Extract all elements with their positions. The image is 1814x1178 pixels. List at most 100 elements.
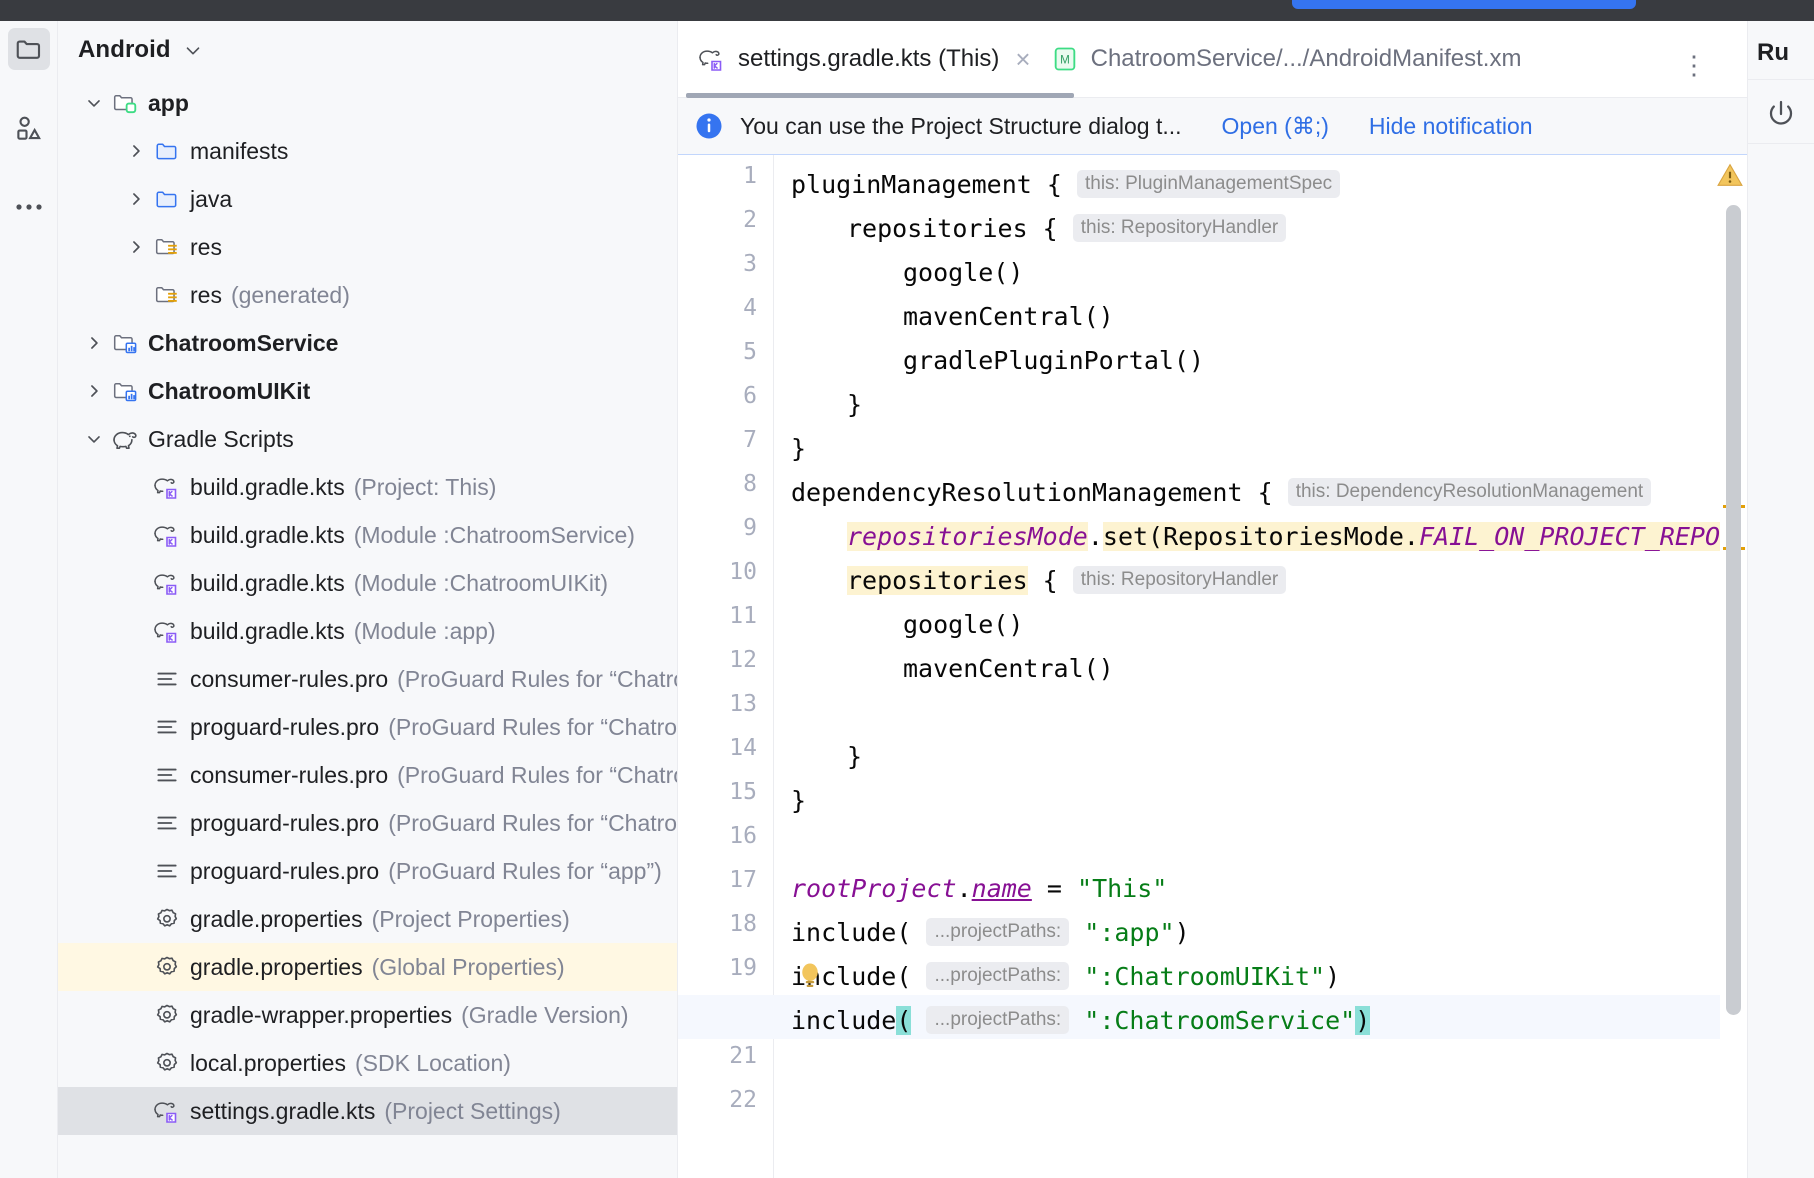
active-tab-underline (686, 92, 1074, 98)
tree-node-build-gradle-kts[interactable]: build.gradle.kts (Module :app) (58, 607, 677, 655)
more-vertical-icon[interactable]: ⋮ (1680, 51, 1710, 81)
code-token: FAIL_ON_PROJECT_REPOS (1418, 522, 1736, 551)
code-token: google() (903, 258, 1024, 287)
tree-node-app[interactable]: app (58, 79, 677, 127)
chevron-down-icon[interactable] (80, 93, 108, 113)
code-line[interactable] (775, 1043, 791, 1087)
tree-node-chatroomservice[interactable]: ChatroomService (58, 319, 677, 367)
code-line[interactable]: dependencyResolutionManagement { this: D… (775, 471, 1652, 515)
inlay-hint: this: DependencyResolutionManagement (1287, 478, 1652, 506)
chevron-down-icon[interactable] (80, 429, 108, 449)
code-line[interactable]: repositories { this: RepositoryHandler (775, 559, 1287, 603)
xml-manifest-icon: M (1051, 45, 1079, 73)
project-folder-icon[interactable] (8, 28, 50, 70)
properties-icon (150, 1002, 184, 1028)
code-line[interactable]: repositoriesMode.set(RepositoriesMode.FA… (775, 515, 1736, 559)
code-line[interactable]: } (775, 779, 806, 823)
code-token: ":ChatroomUIKit" (1084, 962, 1326, 991)
tree-node-build-gradle-kts[interactable]: build.gradle.kts (Module :ChatroomService… (58, 511, 677, 559)
tree-node-label: consumer-rules.pro (190, 665, 389, 692)
tree-node-gradle-wrapper-properties[interactable]: gradle-wrapper.properties (Gradle Version… (58, 991, 677, 1039)
inlay-hint: ...projectPaths: (926, 1006, 1070, 1034)
code-line[interactable]: mavenCentral() (775, 295, 1114, 339)
run-configuration-pill[interactable] (1292, 0, 1636, 9)
code-line[interactable]: } (775, 735, 862, 779)
resource-shapes-icon[interactable] (8, 107, 50, 149)
tree-node-gradle-properties[interactable]: gradle.properties (Global Properties) (58, 943, 677, 991)
code-line[interactable]: google() (775, 251, 1023, 295)
editor-vertical-scrollbar[interactable] (1717, 155, 1747, 1178)
tree-node-res[interactable]: res (58, 223, 677, 271)
res-folder-icon (150, 282, 184, 308)
tree-node-sublabel: (ProGuard Rules for “ChatroomUIKit”) (397, 761, 677, 788)
project-view-header[interactable]: Android (58, 21, 677, 79)
chevron-down-icon[interactable] (182, 39, 204, 61)
tree-node-label: gradle.properties (190, 905, 363, 932)
notification-action-open[interactable]: Open (⌘;) (1222, 113, 1329, 140)
chevron-right-icon[interactable] (80, 381, 108, 401)
right-rail-label[interactable]: Ru (1757, 39, 1789, 67)
warning-triangle-icon[interactable] (1717, 163, 1743, 192)
gradle-kts-icon (150, 522, 184, 548)
tree-node-gradle-scripts[interactable]: Gradle Scripts (58, 415, 677, 463)
code-line[interactable] (775, 691, 791, 735)
tree-node-proguard-rules-pro[interactable]: proguard-rules.pro (ProGuard Rules for “a… (58, 847, 677, 895)
power-icon[interactable] (1758, 91, 1804, 137)
chevron-right-icon[interactable] (122, 189, 150, 209)
code-token: name (971, 874, 1032, 903)
tree-node-build-gradle-kts[interactable]: build.gradle.kts (Project: This) (58, 463, 677, 511)
code-line[interactable]: rootProject.name = "This" (775, 867, 1167, 911)
tree-node-java[interactable]: java (58, 175, 677, 223)
code-line[interactable]: google() (775, 603, 1023, 647)
code-line[interactable]: gradlePluginPortal() (775, 339, 1204, 383)
tree-node-consumer-rules-pro[interactable]: consumer-rules.pro (ProGuard Rules for “C… (58, 655, 677, 703)
code-token: { (1027, 566, 1073, 595)
code-line[interactable]: include( ...projectPaths: ":ChatroomUIKi… (775, 955, 1340, 999)
code-line[interactable] (775, 823, 791, 867)
tree-node-consumer-rules-pro[interactable]: consumer-rules.pro (ProGuard Rules for “C… (58, 751, 677, 799)
line-number: 16 (729, 823, 757, 849)
editor-tab-active[interactable]: settings.gradle.kts (This) × (678, 21, 1074, 98)
editor-notification-bar: You can use the Project Structure dialog… (678, 98, 1747, 155)
code-line[interactable]: pluginManagement { this: PluginManagemen… (775, 163, 1341, 207)
gradle-kts-icon (698, 46, 726, 72)
tree-node-sublabel: (generated) (230, 281, 350, 308)
scrollbar-thumb[interactable] (1726, 205, 1741, 1015)
code-line[interactable]: } (775, 427, 806, 471)
editor-tab-inactive[interactable]: M ChatroomService/.../AndroidManifest.xm (1031, 21, 1521, 98)
code-line[interactable]: include( ...projectPaths: ":ChatroomServ… (775, 999, 1371, 1043)
notification-action-hide[interactable]: Hide notification (1369, 113, 1533, 140)
tree-node-chatroomuikit[interactable]: ChatroomUIKit (58, 367, 677, 415)
code-content[interactable]: pluginManagement { this: PluginManagemen… (678, 155, 1747, 1178)
code-line[interactable]: include( ...projectPaths: ":app") (775, 911, 1190, 955)
code-line[interactable]: } (775, 383, 862, 427)
proguard-icon (150, 714, 184, 740)
code-token: dependencyResolutionManagement { (791, 478, 1288, 507)
tree-node-local-properties[interactable]: local.properties (SDK Location) (58, 1039, 677, 1087)
close-icon[interactable]: × (1015, 46, 1030, 72)
chevron-right-icon[interactable] (122, 237, 150, 257)
code-token: gradlePluginPortal() (903, 346, 1205, 375)
inlay-hint: ...projectPaths: (926, 918, 1070, 946)
code-line[interactable]: mavenCentral() (775, 647, 1114, 691)
code-line[interactable] (775, 1087, 791, 1131)
code-editor[interactable]: 12345678910111213141516171819202122 plug… (678, 155, 1747, 1178)
chevron-right-icon[interactable] (122, 141, 150, 161)
tree-node-gradle-properties[interactable]: gradle.properties (Project Properties) (58, 895, 677, 943)
more-tool-windows-icon[interactable] (8, 186, 50, 228)
right-tool-rail: Ru (1747, 21, 1814, 1178)
tree-node-build-gradle-kts[interactable]: build.gradle.kts (Module :ChatroomUIKit) (58, 559, 677, 607)
lightbulb-icon[interactable] (797, 961, 823, 991)
chevron-right-icon[interactable] (80, 333, 108, 353)
tree-node-settings-gradle-kts[interactable]: settings.gradle.kts (Project Settings) (58, 1087, 677, 1135)
tree-node-manifests[interactable]: manifests (58, 127, 677, 175)
code-line[interactable]: repositories { this: RepositoryHandler (775, 207, 1287, 251)
code-token: . (1087, 522, 1103, 551)
gradle-kts-icon (150, 1098, 184, 1124)
tree-node-proguard-rules-pro[interactable]: proguard-rules.pro (ProGuard Rules for “C… (58, 703, 677, 751)
tree-node-label: res (190, 281, 222, 308)
res-folder-icon (150, 234, 184, 260)
tree-node-sublabel: (Project: This) (353, 473, 497, 500)
tree-node-proguard-rules-pro[interactable]: proguard-rules.pro (ProGuard Rules for “C… (58, 799, 677, 847)
tree-node-res[interactable]: res (generated) (58, 271, 677, 319)
